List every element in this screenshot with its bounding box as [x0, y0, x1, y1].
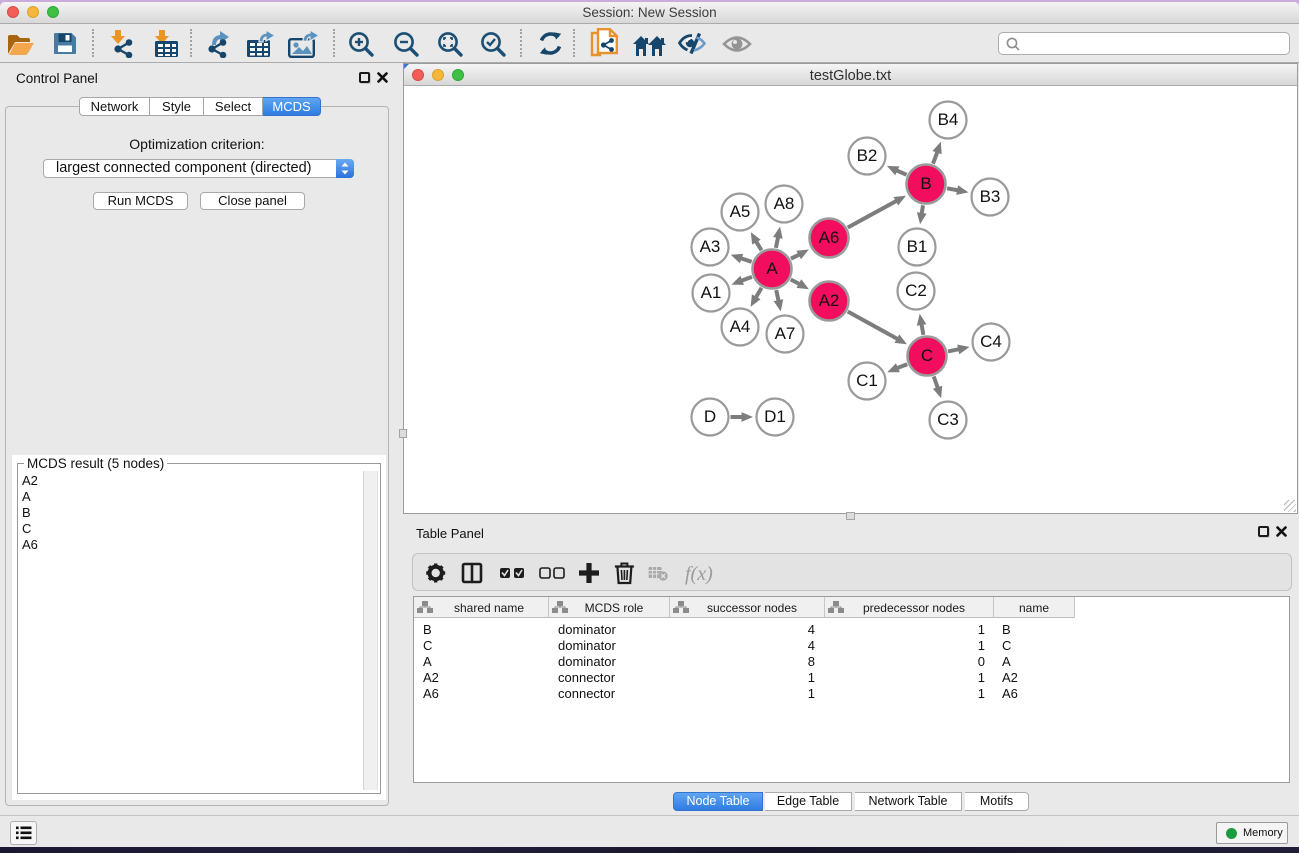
svg-text:A7: A7: [775, 324, 796, 343]
svg-text:A2: A2: [819, 291, 840, 310]
svg-text:A4: A4: [730, 317, 751, 336]
svg-text:f(x): f(x): [685, 563, 713, 585]
svg-text:A1: A1: [701, 283, 722, 302]
svg-text:C4: C4: [980, 332, 1002, 351]
svg-text:B3: B3: [980, 187, 1001, 206]
svg-text:B4: B4: [938, 110, 959, 129]
svg-text:A3: A3: [700, 237, 721, 256]
svg-text:B2: B2: [857, 146, 878, 165]
svg-text:A8: A8: [774, 194, 795, 213]
svg-text:A6: A6: [819, 228, 840, 247]
svg-text:C3: C3: [937, 410, 959, 429]
svg-text:D: D: [704, 407, 716, 426]
svg-text:C1: C1: [856, 371, 878, 390]
svg-text:C: C: [921, 346, 933, 365]
svg-text:A: A: [766, 259, 778, 278]
svg-text:A5: A5: [730, 202, 751, 221]
svg-text:D1: D1: [764, 407, 786, 426]
svg-text:B: B: [920, 174, 931, 193]
svg-text:B1: B1: [907, 237, 928, 256]
svg-text:C2: C2: [905, 281, 927, 300]
